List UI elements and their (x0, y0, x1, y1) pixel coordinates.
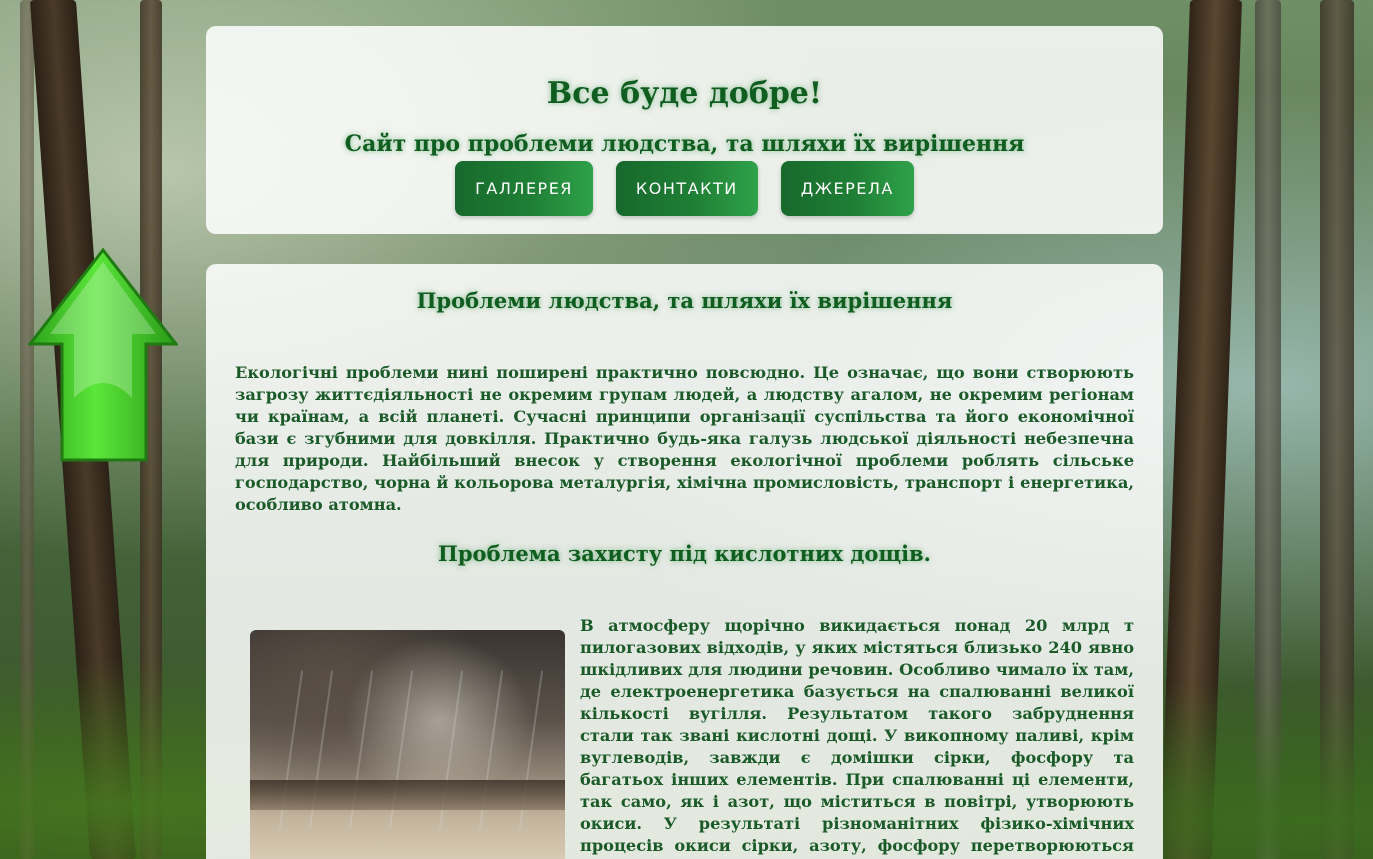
section-title: Проблеми людства, та шляхи їх вирішення (416, 288, 953, 313)
main-nav: ГАЛЛЕРЕЯ КОНТАКТИ ДЖЕРЕЛА (206, 161, 1163, 216)
site-title: Все буде добре! (546, 76, 823, 111)
section-title: Проблема захисту під кислотних дощів. (438, 541, 931, 566)
content-panel: Проблеми людства, та шляхи їх вирішення … (206, 264, 1163, 859)
contacts-button[interactable]: КОНТАКТИ (615, 161, 758, 216)
section-paragraph: В атмосферу щорічно викидається понад 20… (580, 616, 1134, 859)
up-arrow-icon (26, 247, 180, 462)
site-subtitle: Сайт про проблеми людства, та шляхи їх в… (344, 131, 1025, 157)
acid-rain-image (250, 630, 565, 859)
header-panel: Все буде добре! Сайт про проблеми людств… (206, 26, 1163, 234)
section-paragraph: Екологічні проблеми нині поширені практи… (235, 363, 1134, 514)
gallery-button[interactable]: ГАЛЛЕРЕЯ (455, 161, 593, 216)
scroll-top-arrow-icon[interactable] (26, 247, 180, 464)
sources-button[interactable]: ДЖЕРЕЛА (780, 161, 914, 216)
